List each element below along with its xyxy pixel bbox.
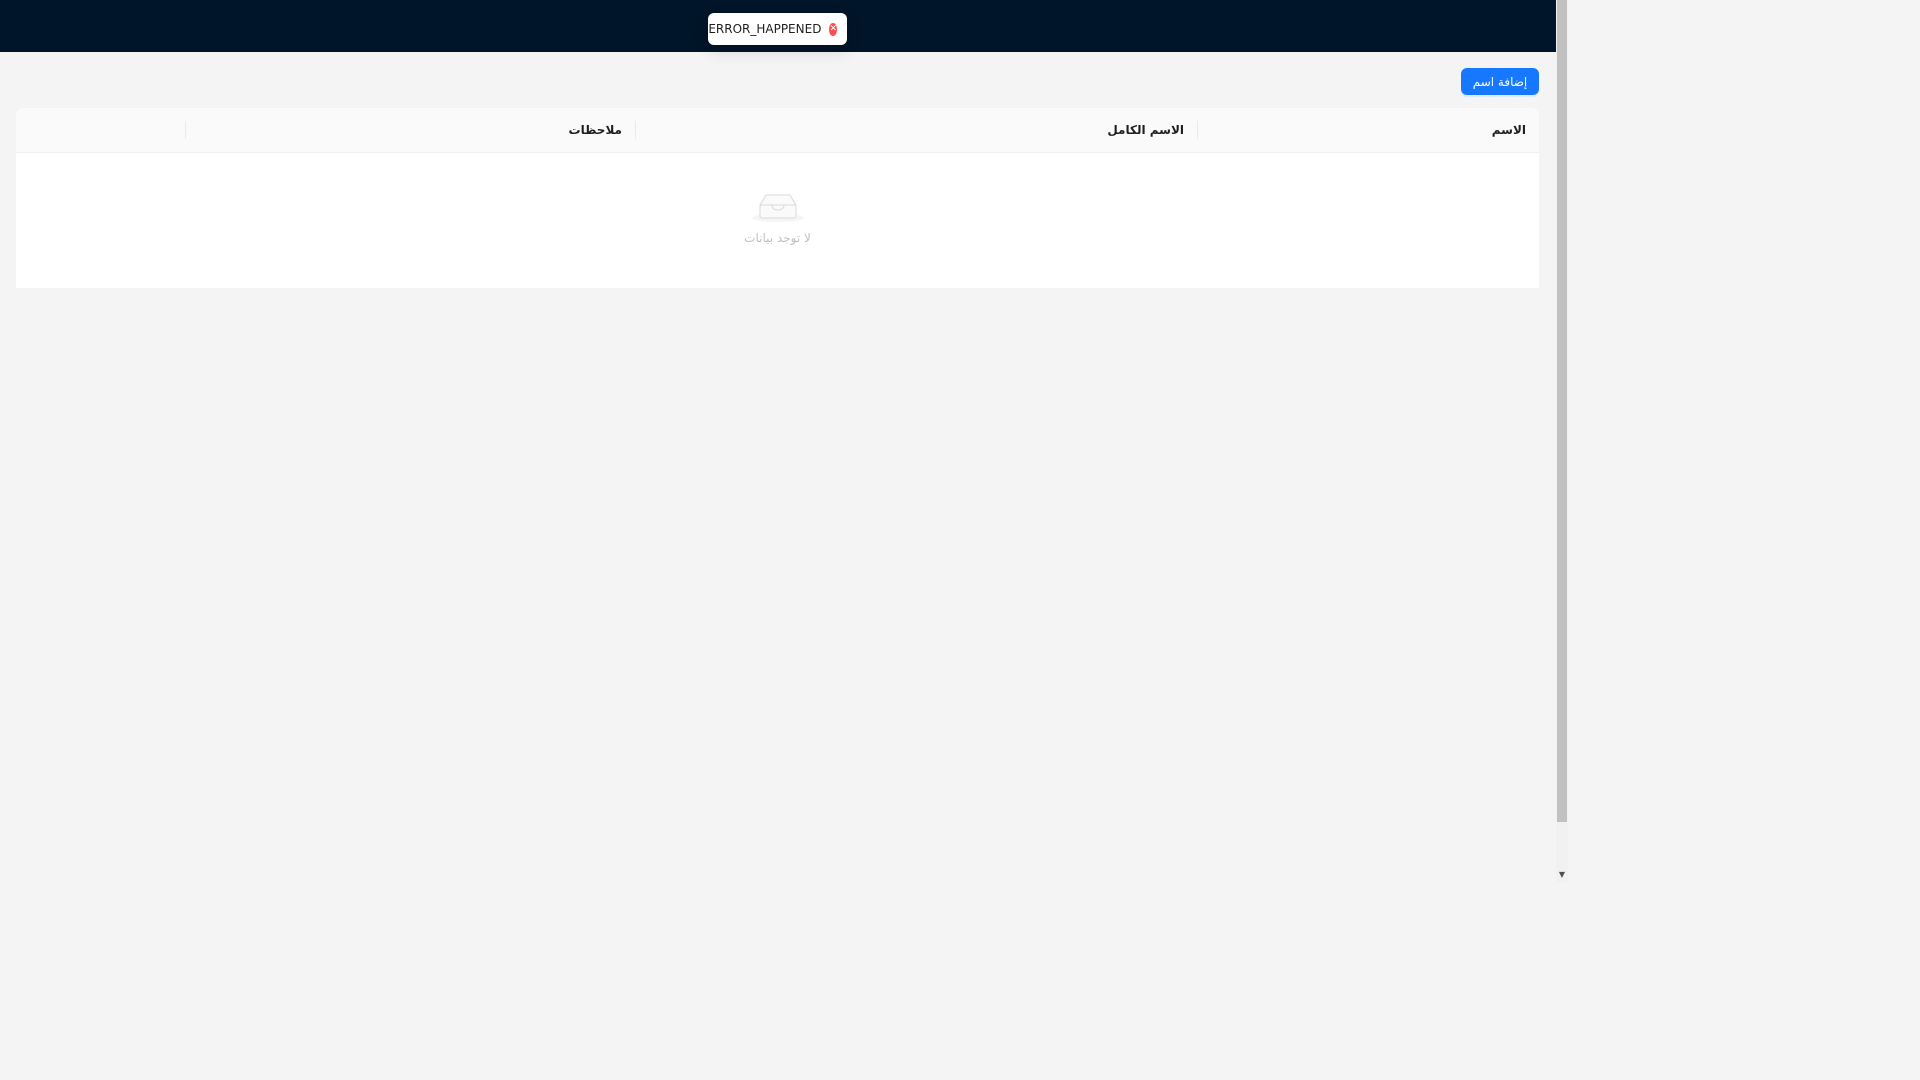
scrollbar-thumb[interactable]: [1557, 0, 1567, 822]
column-header-notes[interactable]: ملاحظات: [185, 108, 635, 152]
column-header-full-name[interactable]: الاسم الكامل: [635, 108, 1197, 152]
names-table: الاسم الاسم الكامل ملاحظات لا توجد بيانا…: [16, 108, 1539, 288]
empty-state: لا توجد بيانات: [16, 153, 1539, 288]
scroll-down-arrow-icon[interactable]: ▼: [1556, 868, 1568, 882]
column-header-name[interactable]: الاسم: [1197, 108, 1539, 152]
close-circle-icon: ✕: [829, 22, 837, 36]
toast-message: ERROR_HAPPENED: [708, 22, 822, 36]
column-separator: [185, 121, 186, 139]
table-header: الاسم الاسم الكامل ملاحظات: [16, 108, 1539, 153]
error-toast: ✕ ERROR_HAPPENED: [708, 13, 847, 45]
column-header-actions: [16, 108, 185, 152]
column-separator: [635, 121, 636, 139]
empty-inbox-icon: [752, 194, 804, 222]
add-name-button[interactable]: إضافة اسم: [1461, 68, 1539, 95]
vertical-scrollbar[interactable]: ▼: [1556, 0, 1568, 882]
empty-state-text: لا توجد بيانات: [744, 231, 811, 245]
app-root: ✕ ERROR_HAPPENED إضافة اسم الاسم الاسم ا…: [0, 0, 1568, 882]
column-separator: [1197, 121, 1198, 139]
